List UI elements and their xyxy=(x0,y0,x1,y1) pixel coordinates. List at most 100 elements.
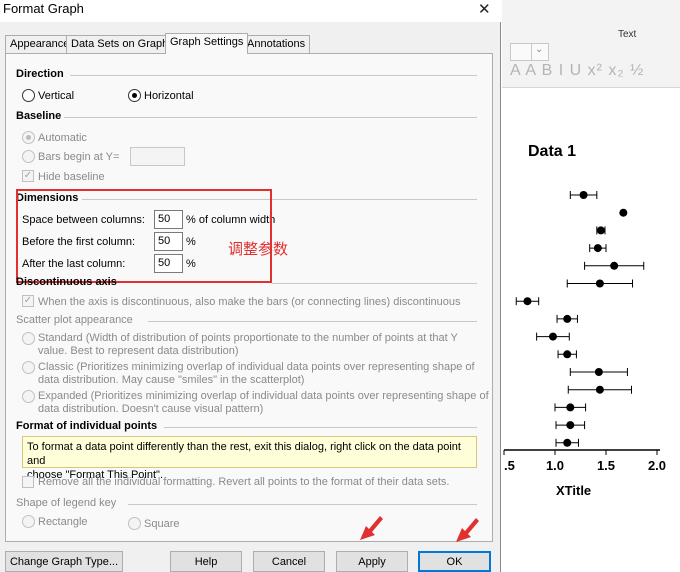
chart-title: Data 1 xyxy=(528,143,576,160)
bars-begin-input[interactable] xyxy=(130,147,185,166)
square-radio[interactable] xyxy=(128,517,141,530)
point-marker[interactable] xyxy=(566,421,575,430)
point-marker[interactable] xyxy=(593,244,602,253)
tab-appearance[interactable]: Appearance xyxy=(5,35,75,53)
vertical-radio[interactable] xyxy=(22,89,35,102)
classic-label-line1: Classic (Prioritizes minimizing overlap … xyxy=(38,361,475,373)
point-marker[interactable] xyxy=(523,297,532,306)
info-text-line1: To format a data point differently than … xyxy=(27,441,461,467)
discontinuous-title: Discontinuous axis xyxy=(16,276,117,288)
data-point[interactable] xyxy=(556,314,578,323)
bars-begin-radio[interactable] xyxy=(22,150,35,163)
data-point[interactable] xyxy=(515,297,540,306)
data-point[interactable] xyxy=(536,332,570,341)
horizontal-radio[interactable] xyxy=(128,89,141,102)
square-label: Square xyxy=(144,518,180,530)
point-marker[interactable] xyxy=(548,332,557,341)
tab-data-sets-on-graph[interactable]: Data Sets on Graph xyxy=(66,35,174,53)
annotation-label: 调整参数 xyxy=(228,241,289,258)
expanded-label-line2: data distribution. Doesn't cause visual … xyxy=(38,403,264,415)
data-point[interactable] xyxy=(619,208,628,217)
remove-formatting-checkbox[interactable] xyxy=(22,476,34,488)
expanded-radio[interactable] xyxy=(22,390,35,403)
point-marker[interactable] xyxy=(619,208,628,217)
standard-radio[interactable] xyxy=(22,332,35,345)
classic-label-line2: data distribution. May cause "smiles" in… xyxy=(38,374,305,386)
data-point[interactable] xyxy=(555,438,579,447)
data-point[interactable] xyxy=(584,261,645,270)
apply-arrow-icon xyxy=(360,516,383,540)
data-point[interactable] xyxy=(554,403,587,412)
dimensions-highlight-box xyxy=(16,189,272,283)
automatic-label: Automatic xyxy=(38,132,87,144)
classic-radio[interactable] xyxy=(22,361,35,374)
info-box: To format a data point differently than … xyxy=(22,436,477,481)
graph-chart: Data 1 .5 1.0 1.5 2.0 XTitle xyxy=(503,143,666,498)
point-marker[interactable] xyxy=(596,226,605,235)
divider xyxy=(128,504,477,505)
ribbon-text-section-label: Text xyxy=(618,29,637,40)
close-icon[interactable]: ✕ xyxy=(478,0,491,18)
divider xyxy=(272,283,477,284)
hide-baseline-checkbox[interactable]: ✓ xyxy=(22,170,34,182)
divider xyxy=(148,321,477,322)
x-tick-label: 2.0 xyxy=(648,458,666,473)
point-marker[interactable] xyxy=(594,368,603,376)
individual-points-title: Format of individual points xyxy=(16,420,158,432)
cancel-button[interactable]: Cancel xyxy=(253,551,325,572)
chevron-down-icon[interactable]: ⌄ xyxy=(535,44,543,55)
dialog-title-bar: Format Graph ✕ xyxy=(0,0,501,22)
standard-label-line1: Standard (Width of distribution of point… xyxy=(38,332,458,344)
data-point[interactable] xyxy=(557,350,577,359)
text-format-icons: A A B I U x² x₂ ½ xyxy=(510,62,645,79)
remove-formatting-label: Remove all the individual formatting. Re… xyxy=(38,476,450,488)
data-point[interactable] xyxy=(567,385,632,394)
point-marker[interactable] xyxy=(563,350,572,359)
point-marker[interactable] xyxy=(563,314,572,323)
horizontal-label: Horizontal xyxy=(144,90,194,102)
help-button[interactable]: Help xyxy=(170,551,242,572)
change-graph-type-button[interactable]: Change Graph Type... xyxy=(5,551,123,572)
point-marker[interactable] xyxy=(563,438,572,447)
x-tick-label: 1.5 xyxy=(597,458,615,473)
x-tick-label: .5 xyxy=(504,458,515,473)
baseline-title: Baseline xyxy=(16,110,62,122)
data-point[interactable] xyxy=(569,368,628,376)
divider xyxy=(64,117,477,118)
data-point[interactable] xyxy=(555,421,586,430)
vertical-label: Vertical xyxy=(38,90,75,102)
expanded-label-line1: Expanded (Prioritizes minimizing overlap… xyxy=(38,390,489,402)
discontinuous-checkbox[interactable]: ✓ xyxy=(22,295,34,307)
x-axis-title: XTitle xyxy=(556,483,591,498)
point-marker[interactable] xyxy=(595,385,604,394)
apply-button[interactable]: Apply xyxy=(336,551,408,572)
x-tick-label: 1.0 xyxy=(546,458,564,473)
scatter-title: Scatter plot appearance xyxy=(16,314,133,326)
hide-baseline-label: Hide baseline xyxy=(38,171,105,183)
rectangle-label: Rectangle xyxy=(38,516,88,528)
discontinuous-label: When the axis is discontinuous, also mak… xyxy=(38,296,461,308)
rectangle-radio[interactable] xyxy=(22,515,35,528)
point-marker[interactable] xyxy=(579,191,588,199)
automatic-radio[interactable] xyxy=(22,131,35,144)
ok-button[interactable]: OK xyxy=(418,551,491,572)
data-point[interactable] xyxy=(569,191,598,199)
divider xyxy=(70,75,477,76)
font-combo-field[interactable] xyxy=(510,43,532,61)
data-point[interactable] xyxy=(589,244,607,253)
tab-annotations[interactable]: Annotations xyxy=(242,35,311,53)
point-marker[interactable] xyxy=(610,261,619,270)
dialog-title: Format Graph xyxy=(3,1,84,16)
legend-key-title: Shape of legend key xyxy=(16,497,117,509)
data-point[interactable] xyxy=(596,226,606,235)
point-marker[interactable] xyxy=(595,279,604,288)
data-point[interactable] xyxy=(566,279,634,288)
divider xyxy=(164,427,477,428)
standard-label-line2: value. Best to represent data distributi… xyxy=(38,345,239,357)
bars-begin-label: Bars begin at Y= xyxy=(38,151,120,163)
point-marker[interactable] xyxy=(566,403,575,412)
tab-graph-settings[interactable]: Graph Settings xyxy=(165,33,249,54)
direction-title: Direction xyxy=(16,68,64,80)
format-graph-dialog: Format Graph ✕ Appearance Data Sets on G… xyxy=(0,0,501,572)
ok-arrow-icon xyxy=(456,518,479,542)
